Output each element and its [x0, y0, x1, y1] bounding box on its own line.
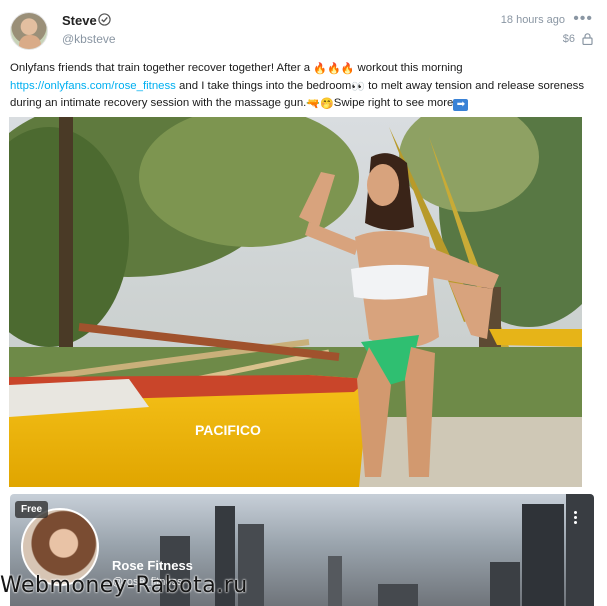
caption-text-3: and I take things into the bedroom: [175, 79, 352, 92]
caption-text-1: Onlyfans friends that train together rec…: [10, 62, 314, 74]
post-header: Steve @kbsteve 18 hours ago ••• $6: [10, 10, 595, 52]
post-timestamp[interactable]: 18 hours ago: [501, 14, 565, 26]
post-price: $6: [562, 33, 575, 45]
caption-text-5: Swipe right to see more: [333, 97, 454, 109]
author-avatar[interactable]: [10, 12, 48, 50]
more-horizontal-icon[interactable]: •••: [573, 10, 593, 28]
post-photo[interactable]: PACIFICO: [9, 117, 582, 487]
boat-label: PACIFICO: [195, 422, 261, 438]
verified-check-icon: [98, 13, 111, 26]
author-name[interactable]: Steve: [62, 13, 97, 28]
yellow-boat: PACIFICO: [9, 375, 369, 487]
water-gun-emoji: 🔫: [306, 98, 321, 110]
face-emoji: 🤭: [320, 98, 334, 110]
profile-name[interactable]: Rose Fitness: [112, 558, 193, 573]
eyes-emoji: 👀: [351, 80, 365, 93]
fire-emoji: 🔥🔥🔥: [313, 63, 355, 75]
caption-text-2: workout this morning: [354, 62, 463, 74]
vertical-dots-icon[interactable]: [574, 511, 578, 525]
post-caption: Onlyfans friends that train together rec…: [10, 60, 590, 113]
profile-link[interactable]: https://onlyfans.com/rose_fitness: [10, 80, 176, 92]
free-badge: Free: [15, 501, 49, 518]
watermark-text: Webmoney-Rabota.ru: [0, 573, 248, 598]
right-arrow-emoji: ➡: [453, 99, 469, 111]
lock-icon: [582, 33, 593, 45]
author-handle[interactable]: @kbsteve: [62, 32, 116, 46]
